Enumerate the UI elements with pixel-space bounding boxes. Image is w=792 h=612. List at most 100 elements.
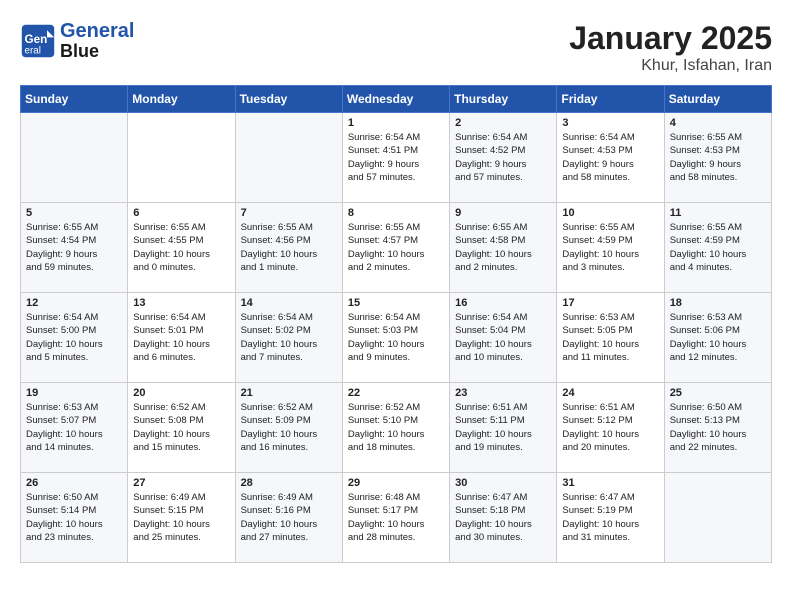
day-number: 8 <box>348 207 444 219</box>
day-info: Sunrise: 6:50 AM Sunset: 5:14 PM Dayligh… <box>26 492 103 543</box>
day-info: Sunrise: 6:54 AM Sunset: 4:51 PM Dayligh… <box>348 132 420 183</box>
day-number: 5 <box>26 207 122 219</box>
day-info: Sunrise: 6:55 AM Sunset: 4:55 PM Dayligh… <box>133 222 210 273</box>
day-number: 25 <box>670 387 766 399</box>
week-row-3: 12Sunrise: 6:54 AM Sunset: 5:00 PM Dayli… <box>21 293 772 383</box>
day-info: Sunrise: 6:52 AM Sunset: 5:10 PM Dayligh… <box>348 402 425 453</box>
day-number: 27 <box>133 477 229 489</box>
day-number: 10 <box>562 207 658 219</box>
day-info: Sunrise: 6:55 AM Sunset: 4:56 PM Dayligh… <box>241 222 318 273</box>
day-number: 11 <box>670 207 766 219</box>
calendar-cell: 13 Sunrise: 6:54 AM Sunset: 5:01 PM Dayli… <box>128 293 235 383</box>
weekday-header-sunday: Sunday <box>21 86 128 113</box>
title-block: January 2025 Khur, Isfahan, Iran <box>569 20 772 75</box>
week-row-2: 5 Sunrise: 6:55 AM Sunset: 4:54 PM Daylig… <box>21 203 772 293</box>
weekday-header-saturday: Saturday <box>664 86 771 113</box>
month-title: January 2025 <box>569 20 772 57</box>
day-info: Sunrise: 6:53 AM Sunset: 5:07 PM Dayligh… <box>26 402 103 453</box>
calendar-cell: 25 Sunrise: 6:50 AM Sunset: 5:13 PM Dayli… <box>664 383 771 473</box>
day-number: 26 <box>26 477 122 489</box>
day-number: 2 <box>455 117 551 129</box>
calendar-cell: 28 Sunrise: 6:49 AM Sunset: 5:16 PM Dayli… <box>235 473 342 563</box>
day-number: 28 <box>241 477 337 489</box>
calendar-cell: 24 Sunrise: 6:51 AM Sunset: 5:12 PM Dayli… <box>557 383 664 473</box>
day-number: 6 <box>133 207 229 219</box>
day-info: Sunrise: 6:54 AM Sunset: 5:01 PM Dayligh… <box>133 312 210 363</box>
day-info: Sunrise: 6:47 AM Sunset: 5:18 PM Dayligh… <box>455 492 532 543</box>
weekday-header-tuesday: Tuesday <box>235 86 342 113</box>
day-info: Sunrise: 6:52 AM Sunset: 5:08 PM Dayligh… <box>133 402 210 453</box>
day-number: 21 <box>241 387 337 399</box>
day-number: 16 <box>455 297 551 309</box>
svg-text:eral: eral <box>25 45 41 56</box>
calendar-cell: 5 Sunrise: 6:55 AM Sunset: 4:54 PM Daylig… <box>21 203 128 293</box>
weekday-header-row: SundayMondayTuesdayWednesdayThursdayFrid… <box>21 86 772 113</box>
calendar-cell: 30 Sunrise: 6:47 AM Sunset: 5:18 PM Dayli… <box>450 473 557 563</box>
calendar-cell: 8 Sunrise: 6:55 AM Sunset: 4:57 PM Daylig… <box>342 203 449 293</box>
day-info: Sunrise: 6:53 AM Sunset: 5:06 PM Dayligh… <box>670 312 747 363</box>
day-number: 24 <box>562 387 658 399</box>
day-info: Sunrise: 6:55 AM Sunset: 4:58 PM Dayligh… <box>455 222 532 273</box>
day-info: Sunrise: 6:49 AM Sunset: 5:15 PM Dayligh… <box>133 492 210 543</box>
calendar-cell: 15 Sunrise: 6:54 AM Sunset: 5:03 PM Dayli… <box>342 293 449 383</box>
day-number: 3 <box>562 117 658 129</box>
calendar-cell: 3 Sunrise: 6:54 AM Sunset: 4:53 PM Daylig… <box>557 113 664 203</box>
logo: Gen eral General Blue <box>20 20 134 62</box>
day-number: 29 <box>348 477 444 489</box>
day-number: 22 <box>348 387 444 399</box>
day-info: Sunrise: 6:55 AM Sunset: 4:54 PM Dayligh… <box>26 222 98 273</box>
logo-icon: Gen eral <box>20 23 56 59</box>
calendar-cell: 27 Sunrise: 6:49 AM Sunset: 5:15 PM Dayli… <box>128 473 235 563</box>
calendar-cell: 31 Sunrise: 6:47 AM Sunset: 5:19 PM Dayli… <box>557 473 664 563</box>
calendar-cell: 21 Sunrise: 6:52 AM Sunset: 5:09 PM Dayli… <box>235 383 342 473</box>
day-number: 18 <box>670 297 766 309</box>
day-number: 31 <box>562 477 658 489</box>
day-info: Sunrise: 6:50 AM Sunset: 5:13 PM Dayligh… <box>670 402 747 453</box>
calendar-cell: 9Sunrise: 6:55 AM Sunset: 4:58 PM Daylig… <box>450 203 557 293</box>
day-number: 15 <box>348 297 444 309</box>
day-number: 14 <box>241 297 337 309</box>
location-subtitle: Khur, Isfahan, Iran <box>569 57 772 75</box>
calendar-cell: 20Sunrise: 6:52 AM Sunset: 5:08 PM Dayli… <box>128 383 235 473</box>
calendar-cell: 12Sunrise: 6:54 AM Sunset: 5:00 PM Dayli… <box>21 293 128 383</box>
calendar-cell <box>235 113 342 203</box>
day-info: Sunrise: 6:51 AM Sunset: 5:11 PM Dayligh… <box>455 402 532 453</box>
day-number: 23 <box>455 387 551 399</box>
day-info: Sunrise: 6:54 AM Sunset: 5:04 PM Dayligh… <box>455 312 532 363</box>
day-info: Sunrise: 6:52 AM Sunset: 5:09 PM Dayligh… <box>241 402 318 453</box>
calendar-cell: 22 Sunrise: 6:52 AM Sunset: 5:10 PM Dayli… <box>342 383 449 473</box>
weekday-header-thursday: Thursday <box>450 86 557 113</box>
day-number: 30 <box>455 477 551 489</box>
day-info: Sunrise: 6:54 AM Sunset: 5:02 PM Dayligh… <box>241 312 318 363</box>
calendar-cell: 11 Sunrise: 6:55 AM Sunset: 4:59 PM Dayli… <box>664 203 771 293</box>
calendar-cell: 7Sunrise: 6:55 AM Sunset: 4:56 PM Daylig… <box>235 203 342 293</box>
day-number: 17 <box>562 297 658 309</box>
day-number: 13 <box>133 297 229 309</box>
logo-line2: Blue <box>60 41 99 61</box>
week-row-1: 1Sunrise: 6:54 AM Sunset: 4:51 PM Daylig… <box>21 113 772 203</box>
day-info: Sunrise: 6:55 AM Sunset: 4:57 PM Dayligh… <box>348 222 425 273</box>
day-info: Sunrise: 6:54 AM Sunset: 4:53 PM Dayligh… <box>562 132 634 183</box>
weekday-header-monday: Monday <box>128 86 235 113</box>
day-info: Sunrise: 6:54 AM Sunset: 5:03 PM Dayligh… <box>348 312 425 363</box>
day-info: Sunrise: 6:49 AM Sunset: 5:16 PM Dayligh… <box>241 492 318 543</box>
calendar-cell: 10 Sunrise: 6:55 AM Sunset: 4:59 PM Dayli… <box>557 203 664 293</box>
calendar-cell: 17Sunrise: 6:53 AM Sunset: 5:05 PM Dayli… <box>557 293 664 383</box>
day-info: Sunrise: 6:51 AM Sunset: 5:12 PM Dayligh… <box>562 402 639 453</box>
calendar-cell <box>21 113 128 203</box>
calendar-cell: 29Sunrise: 6:48 AM Sunset: 5:17 PM Dayli… <box>342 473 449 563</box>
svg-text:Gen: Gen <box>25 33 48 46</box>
calendar-cell <box>128 113 235 203</box>
page-header: Gen eral General Blue January 2025 Khur,… <box>20 20 772 75</box>
day-info: Sunrise: 6:54 AM Sunset: 5:00 PM Dayligh… <box>26 312 103 363</box>
day-number: 4 <box>670 117 766 129</box>
day-info: Sunrise: 6:55 AM Sunset: 4:59 PM Dayligh… <box>670 222 747 273</box>
calendar-cell: 26 Sunrise: 6:50 AM Sunset: 5:14 PM Dayli… <box>21 473 128 563</box>
day-info: Sunrise: 6:47 AM Sunset: 5:19 PM Dayligh… <box>562 492 639 543</box>
calendar-cell: 1Sunrise: 6:54 AM Sunset: 4:51 PM Daylig… <box>342 113 449 203</box>
day-info: Sunrise: 6:55 AM Sunset: 4:59 PM Dayligh… <box>562 222 639 273</box>
weekday-header-wednesday: Wednesday <box>342 86 449 113</box>
calendar-cell: 4 Sunrise: 6:55 AM Sunset: 4:53 PM Daylig… <box>664 113 771 203</box>
day-info: Sunrise: 6:55 AM Sunset: 4:53 PM Dayligh… <box>670 132 742 183</box>
calendar-cell: 23 Sunrise: 6:51 AM Sunset: 5:11 PM Dayli… <box>450 383 557 473</box>
